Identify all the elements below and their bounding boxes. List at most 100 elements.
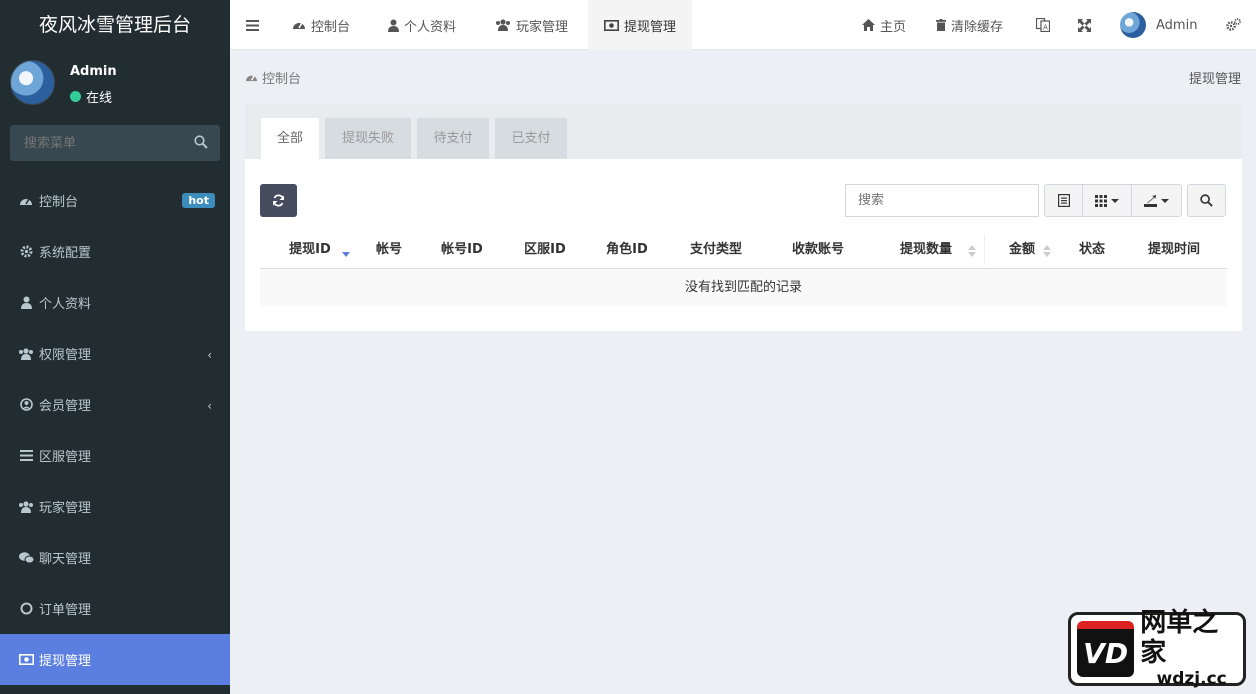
avatar bbox=[10, 60, 55, 105]
user-menu[interactable]: Admin bbox=[1120, 0, 1197, 50]
translate-button[interactable]: A bbox=[1036, 0, 1050, 50]
sidebar-item-label: 会员管理 bbox=[39, 399, 92, 414]
column-label: 支付类型 bbox=[689, 242, 742, 257]
sort-both-icon[interactable] bbox=[968, 245, 976, 257]
home-link[interactable]: 主页 bbox=[862, 0, 906, 50]
column-header[interactable]: 帐号 bbox=[360, 231, 418, 269]
table-header: 提现ID 帐号 帐号ID 区服ID 角色ID 支付类型 收款账号 提现数量 金额… bbox=[260, 231, 1227, 269]
svg-text:A: A bbox=[1043, 24, 1048, 32]
dashboard-icon bbox=[18, 193, 34, 209]
sidebar-search-input[interactable] bbox=[10, 125, 220, 161]
tab-label: 玩家管理 bbox=[516, 19, 569, 35]
breadcrumb[interactable]: 控制台 bbox=[245, 68, 301, 87]
view-options bbox=[1044, 184, 1182, 217]
column-header[interactable]: 提现时间 bbox=[1126, 231, 1222, 269]
sidebar-toggle-button[interactable] bbox=[246, 0, 259, 50]
avatar bbox=[1120, 12, 1146, 38]
trash-icon bbox=[936, 19, 946, 31]
column-header[interactable]: 角色ID bbox=[584, 231, 670, 269]
column-header[interactable]: 状态 bbox=[1060, 231, 1124, 269]
gear-icon bbox=[18, 244, 34, 260]
sidebar-item-withdrawals[interactable]: 提现管理 bbox=[0, 634, 230, 685]
money-icon bbox=[604, 19, 619, 31]
tab-failed[interactable]: 提现失败 bbox=[325, 118, 411, 159]
settings-button[interactable] bbox=[1226, 0, 1241, 50]
search-icon[interactable] bbox=[194, 135, 208, 149]
column-header[interactable]: 帐号ID bbox=[418, 231, 506, 269]
column-label: 提现数量 bbox=[899, 242, 952, 257]
fullscreen-button[interactable] bbox=[1078, 0, 1091, 50]
table-search bbox=[845, 184, 1039, 217]
tab-paid[interactable]: 已支付 bbox=[495, 118, 567, 159]
column-header[interactable]: 提现数量 bbox=[874, 231, 978, 269]
withdrawal-panel: 全部 提现失败 待支付 已支付 搜索 提现ID 帐号 帐号ID 区服ID 角色I… bbox=[245, 103, 1242, 331]
sort-desc-icon[interactable] bbox=[342, 245, 350, 257]
watermark-logo-icon: VD bbox=[1077, 621, 1135, 677]
clear-cache-button[interactable]: 清除缓存 bbox=[936, 0, 1003, 50]
list-icon bbox=[18, 448, 34, 464]
table-search-input[interactable] bbox=[846, 185, 1038, 216]
column-label: 状态 bbox=[1078, 242, 1105, 257]
tab-dashboard[interactable]: 控制台 bbox=[292, 0, 350, 50]
sidebar-item-permissions[interactable]: 权限管理 ‹ bbox=[0, 328, 230, 379]
sidebar-item-label: 聊天管理 bbox=[39, 552, 92, 567]
tab-withdrawals[interactable]: 提现管理 bbox=[588, 0, 693, 50]
sort-both-icon[interactable] bbox=[1043, 245, 1051, 257]
tab-players[interactable]: 玩家管理 bbox=[495, 0, 568, 50]
toggle-view-button[interactable] bbox=[1045, 185, 1083, 216]
search-button[interactable] bbox=[1187, 184, 1226, 217]
tab-all[interactable]: 全部 bbox=[261, 118, 319, 159]
home-icon bbox=[862, 19, 875, 31]
sidebar-item-label: 权限管理 bbox=[39, 348, 92, 363]
panel-tabs: 全部 提现失败 待支付 已支付 bbox=[245, 103, 1242, 159]
clear-cache-label: 清除缓存 bbox=[951, 19, 1004, 35]
hot-badge: hot bbox=[182, 193, 215, 208]
tab-label: 控制台 bbox=[311, 19, 351, 35]
sidebar-item-servers[interactable]: 区服管理 bbox=[0, 430, 230, 481]
chevron-left-icon: ‹ bbox=[207, 348, 212, 362]
column-label: 区服ID bbox=[524, 242, 566, 257]
tab-pending[interactable]: 待支付 bbox=[417, 118, 489, 159]
circle-icon bbox=[18, 601, 34, 617]
dashboard-icon bbox=[292, 19, 306, 31]
user-status-label: 在线 bbox=[86, 91, 113, 106]
user-icon bbox=[18, 295, 34, 311]
column-divider bbox=[984, 235, 985, 265]
brand-title[interactable]: 夜风冰雪管理后台 bbox=[0, 0, 230, 50]
watermark-title: 网单之家 bbox=[1140, 608, 1219, 668]
gears-icon bbox=[1226, 18, 1241, 31]
refresh-button[interactable] bbox=[260, 184, 297, 217]
sidebar-item-profile[interactable]: 个人资料 bbox=[0, 277, 230, 328]
table-toolbar bbox=[260, 184, 1227, 217]
group-icon bbox=[18, 346, 34, 362]
columns-dropdown[interactable] bbox=[1083, 185, 1132, 216]
group-icon bbox=[18, 499, 34, 515]
chevron-left-icon: ‹ bbox=[207, 399, 212, 413]
user-name: Admin bbox=[70, 64, 117, 79]
column-header[interactable]: 支付类型 bbox=[670, 231, 762, 269]
sidebar-item-players[interactable]: 玩家管理 bbox=[0, 481, 230, 532]
user-icon bbox=[388, 19, 399, 32]
caret-down-icon bbox=[1111, 198, 1119, 203]
sidebar-item-system-config[interactable]: 系统配置 bbox=[0, 226, 230, 277]
sidebar-item-chat[interactable]: 聊天管理 bbox=[0, 532, 230, 583]
fullscreen-icon bbox=[1078, 18, 1091, 32]
column-label: 帐号 bbox=[375, 242, 402, 257]
tab-label: 个人资料 bbox=[404, 19, 457, 35]
sidebar-item-orders[interactable]: 订单管理 bbox=[0, 583, 230, 634]
sidebar-item-members[interactable]: 会员管理 ‹ bbox=[0, 379, 230, 430]
sidebar-item-dashboard[interactable]: 控制台 hot bbox=[0, 175, 230, 226]
sidebar-item-label: 玩家管理 bbox=[39, 501, 92, 516]
column-header[interactable]: 收款账号 bbox=[762, 231, 874, 269]
empty-state-row: 没有找到匹配的记录 bbox=[260, 269, 1227, 306]
tab-profile[interactable]: 个人资料 bbox=[388, 0, 456, 50]
dashboard-icon bbox=[245, 72, 258, 83]
user-menu-name: Admin bbox=[1156, 17, 1198, 33]
export-dropdown[interactable] bbox=[1132, 185, 1181, 216]
translate-icon: A bbox=[1036, 18, 1050, 32]
column-header[interactable]: 区服ID bbox=[506, 231, 584, 269]
withdrawal-table: 提现ID 帐号 帐号ID 区服ID 角色ID 支付类型 收款账号 提现数量 金额… bbox=[260, 231, 1227, 306]
list-view-icon bbox=[1057, 194, 1070, 207]
top-navbar: 控制台 个人资料 玩家管理 提现管理 主页 清除缓存 A Admin bbox=[230, 0, 1256, 50]
column-label: 提现ID bbox=[289, 242, 331, 257]
